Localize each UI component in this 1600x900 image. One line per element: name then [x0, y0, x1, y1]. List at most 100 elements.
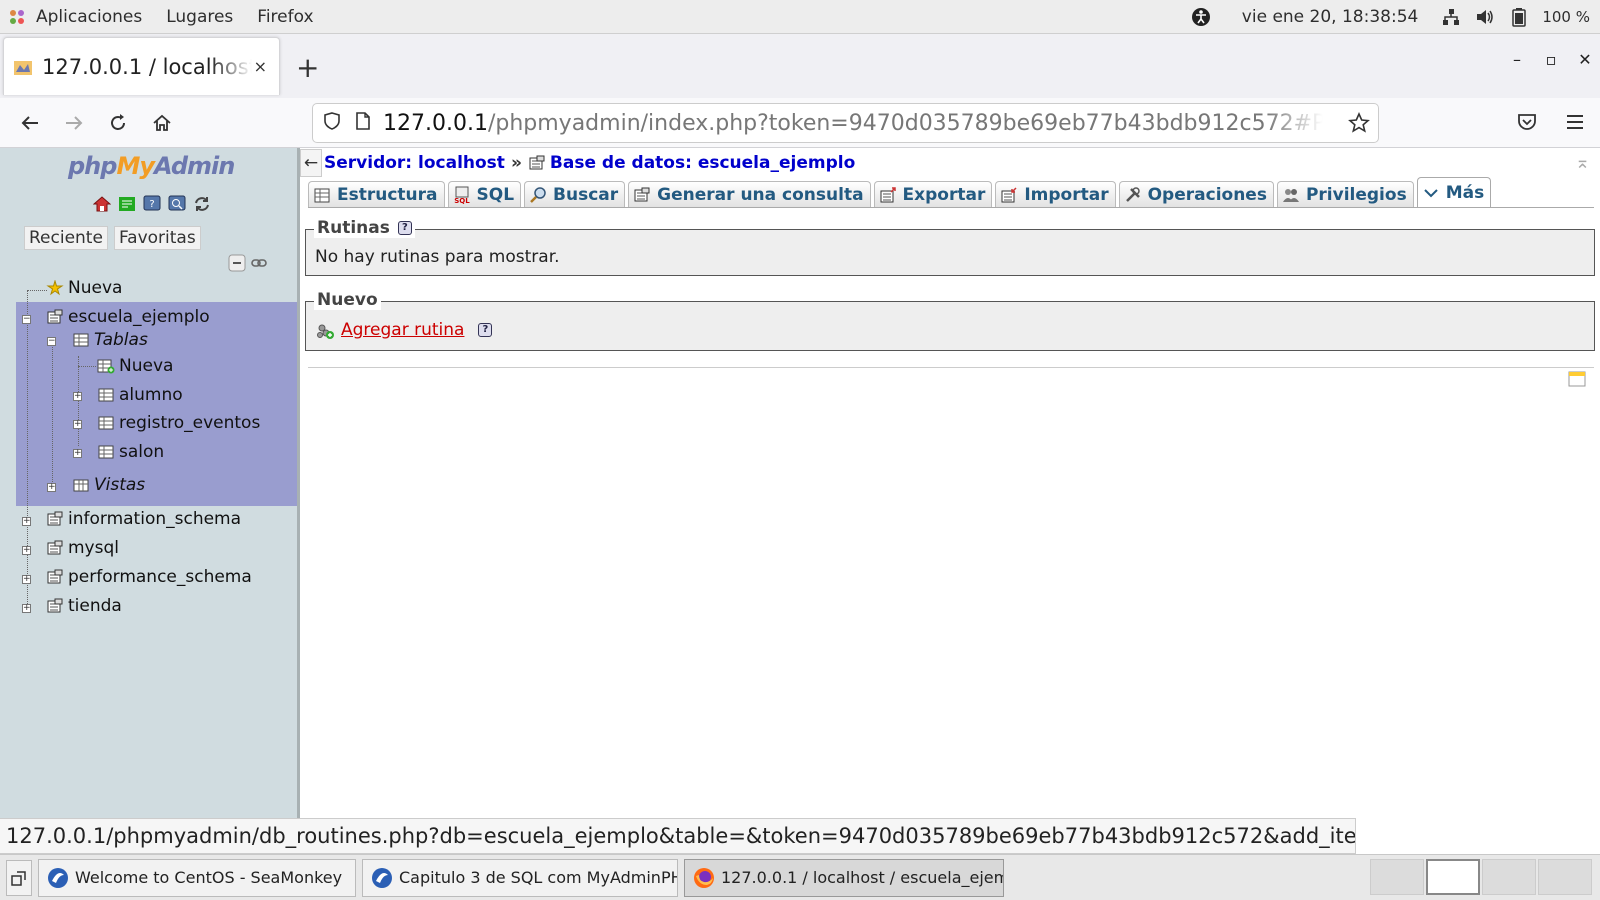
tree-item-tables-group[interactable]: Tablas: [72, 330, 148, 350]
toggle-navigation-arrow-icon[interactable]: ←: [300, 149, 322, 177]
recent-tables-button[interactable]: Reciente: [24, 226, 108, 250]
close-window-icon[interactable]: ✕: [1578, 50, 1592, 69]
accessibility-icon[interactable]: [1190, 7, 1212, 27]
network-icon[interactable]: [1440, 7, 1462, 27]
collapse-all-icon[interactable]: [228, 254, 246, 276]
database-icon: [46, 309, 64, 325]
scroll-to-top-icon[interactable]: ⌅: [1575, 152, 1590, 173]
tab-sql[interactable]: SQL SQL: [447, 181, 522, 207]
home-icon[interactable]: [150, 111, 174, 135]
battery-icon[interactable]: [1508, 7, 1530, 27]
pocket-icon[interactable]: [1516, 111, 1538, 137]
reload-icon[interactable]: [106, 111, 130, 135]
help-icon[interactable]: ?: [397, 221, 412, 235]
expand-database-icon[interactable]: +: [22, 575, 31, 584]
tree-item-new-database[interactable]: Nueva: [46, 278, 122, 298]
expand-table-icon[interactable]: +: [73, 420, 82, 429]
tab-import[interactable]: Importar: [995, 181, 1116, 207]
clock[interactable]: vie ene 20, 18:38:54: [1242, 7, 1419, 27]
shield-icon[interactable]: [323, 111, 341, 135]
tab-privileges[interactable]: Privilegios: [1276, 181, 1414, 207]
tree-item-database[interactable]: mysql: [46, 538, 119, 558]
new-database-icon: [46, 280, 64, 296]
breadcrumb-server-link[interactable]: Servidor: localhost: [324, 153, 505, 173]
show-desktop-icon[interactable]: [6, 859, 32, 896]
tree-item-database[interactable]: performance_schema: [46, 567, 252, 587]
volume-icon[interactable]: [1474, 7, 1496, 27]
collapse-tables-icon[interactable]: −: [47, 337, 56, 346]
table-name: salon: [119, 442, 165, 462]
expand-table-icon[interactable]: +: [73, 449, 82, 458]
home-icon[interactable]: [92, 194, 111, 213]
tree-item-table[interactable]: alumno: [97, 385, 183, 405]
tree-item-database[interactable]: information_schema: [46, 509, 241, 529]
tree-item-database-selected[interactable]: escuela_ejemplo: [46, 307, 210, 327]
no-routines-message: No hay rutinas para mostrar.: [315, 247, 560, 267]
database-name: performance_schema: [68, 567, 252, 587]
seamonkey-icon: [371, 867, 393, 889]
database-icon: [46, 598, 64, 614]
expand-views-icon[interactable]: +: [47, 483, 56, 492]
phpmyadmin-logo[interactable]: phpMyAdmin: [68, 152, 235, 180]
browser-status-url: 127.0.0.1/phpmyadmin/db_routines.php?db=…: [0, 818, 1356, 854]
tree-item-new-table[interactable]: Nueva: [97, 356, 173, 376]
tree-item-table[interactable]: registro_eventos: [97, 413, 260, 433]
console-toggle-icon[interactable]: [1568, 370, 1586, 388]
forward-icon[interactable]: [62, 111, 86, 135]
tab-search[interactable]: Buscar: [524, 181, 626, 207]
applications-icon[interactable]: [8, 8, 26, 26]
link-with-main-panel-icon[interactable]: [250, 254, 268, 276]
logout-icon[interactable]: [117, 194, 136, 213]
expand-table-icon[interactable]: +: [73, 392, 82, 401]
sql-docs-icon[interactable]: [167, 194, 186, 213]
back-icon[interactable]: [18, 111, 42, 135]
taskbar-item-firefox[interactable]: 127.0.0.1 / localhost / escuela_ejem...: [684, 858, 1004, 897]
tree-item-database[interactable]: tienda: [46, 596, 122, 616]
tab-export[interactable]: Exportar: [873, 181, 993, 207]
taskbar-item-seamonkey-chapter[interactable]: Capitulo 3 de SQL com MyAdminPH...: [362, 858, 678, 897]
browser-tab-bar: 127.0.0.1 / localhost × + – ▫ ✕: [0, 34, 1600, 98]
workspace-4[interactable]: [1538, 859, 1592, 895]
add-routine-link[interactable]: Agregar rutina: [341, 320, 464, 340]
tree-item-table[interactable]: salon: [97, 442, 164, 462]
workspace-3[interactable]: [1482, 859, 1536, 895]
maximize-icon[interactable]: ▫: [1544, 50, 1558, 69]
tab-query[interactable]: Generar una consulta: [628, 181, 871, 207]
database-name: tienda: [68, 596, 122, 616]
expand-database-icon[interactable]: +: [22, 546, 31, 555]
favorite-tables-button[interactable]: Favoritas: [113, 226, 201, 250]
applications-menu[interactable]: Aplicaciones: [36, 7, 142, 27]
collapse-database-icon[interactable]: −: [22, 315, 31, 324]
expand-database-icon[interactable]: +: [22, 517, 31, 526]
workspace-2[interactable]: [1426, 859, 1480, 895]
views-group-label: Vistas: [94, 475, 146, 495]
tab-close-icon[interactable]: ×: [254, 57, 267, 76]
reload-navigation-icon[interactable]: [192, 194, 211, 213]
breadcrumb: ← Servidor: localhost » Base de datos: e…: [300, 148, 1600, 178]
help-icon[interactable]: ?: [478, 323, 493, 337]
hamburger-menu-icon[interactable]: [1564, 111, 1586, 137]
operations-icon: [1124, 186, 1142, 204]
tab-operations[interactable]: Operaciones: [1118, 181, 1274, 207]
expand-database-icon[interactable]: +: [22, 604, 31, 613]
minimize-icon[interactable]: –: [1510, 50, 1524, 69]
taskbar: Welcome to CentOS - SeaMonkey Capitulo 3…: [0, 854, 1600, 900]
url-text[interactable]: 127.0.0.1/phpmyadmin/index.php?token=947…: [383, 111, 1323, 136]
routines-fieldset: Rutinas ? No hay rutinas para mostrar.: [305, 218, 1595, 276]
new-tab-button[interactable]: +: [296, 51, 319, 84]
documentation-icon[interactable]: ?: [142, 194, 161, 213]
pma-navigation-panel: phpMyAdmin ? Reciente Favoritas Nueva − …: [0, 148, 300, 818]
bookmark-star-icon[interactable]: [1348, 112, 1370, 138]
taskbar-item-seamonkey[interactable]: Welcome to CentOS - SeaMonkey: [38, 858, 356, 897]
places-menu[interactable]: Lugares: [166, 7, 233, 27]
tab-more[interactable]: Más: [1416, 177, 1492, 207]
tab-structure[interactable]: Estructura: [308, 181, 445, 207]
tree-item-views-group[interactable]: Vistas: [72, 475, 145, 495]
page-info-icon[interactable]: [355, 111, 371, 135]
browser-tab[interactable]: 127.0.0.1 / localhost ×: [3, 37, 280, 95]
url-bar[interactable]: 127.0.0.1/phpmyadmin/index.php?token=947…: [312, 103, 1379, 143]
workspace-1[interactable]: [1370, 859, 1424, 895]
firefox-menu[interactable]: Firefox: [257, 7, 313, 27]
breadcrumb-database-link[interactable]: Base de datos: escuela_ejemplo: [550, 153, 855, 173]
new-database-label: Nueva: [68, 278, 123, 298]
